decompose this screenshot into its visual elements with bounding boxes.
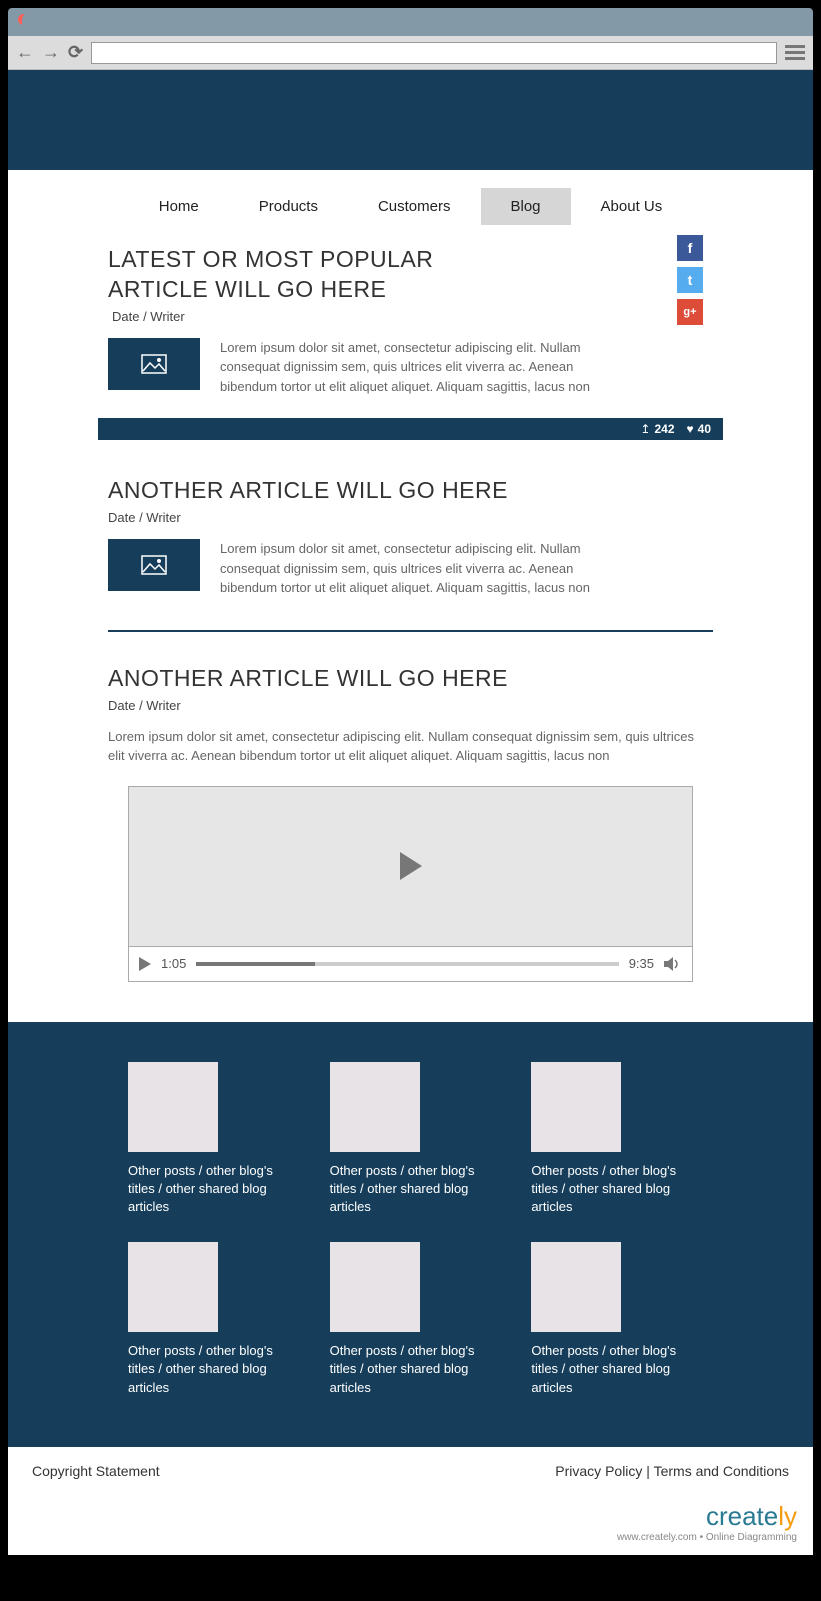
footer-sep: | [642,1463,653,1479]
article1-title: LATEST OR MOST POPULAR ARTICLE WILL GO H… [108,245,468,305]
heart-icon: ♥ [687,422,694,436]
related-posts-grid: Other posts / other blog's titles / othe… [8,1022,813,1447]
brand-bar: creately www.creately.com • Online Diagr… [8,1495,813,1555]
browser-tab-bar [8,8,813,36]
back-icon[interactable]: ← [16,42,34,63]
video-time-current: 1:05 [161,956,186,971]
creately-logo[interactable]: creately [24,1501,797,1532]
nav-customers[interactable]: Customers [348,188,481,225]
copyright-text: Copyright Statement [32,1463,160,1479]
nav-home[interactable]: Home [129,188,229,225]
grid-item[interactable]: Other posts / other blog's titles / othe… [531,1062,693,1217]
play-icon [400,852,422,880]
grid-thumbnail [128,1242,218,1332]
nav-blog[interactable]: Blog [481,188,571,225]
video-player: 1:05 9:35 [128,786,693,982]
browser-toolbar: ← → ⟳ [8,36,813,70]
article3-meta: Date / Writer [108,698,713,713]
video-controls: 1:05 9:35 [129,947,692,981]
upload-icon: ↥ [640,422,650,436]
article2-meta: Date / Writer [108,510,713,525]
article2-thumbnail[interactable] [108,539,200,591]
grid-caption: Other posts / other blog's titles / othe… [128,1162,290,1217]
article2-excerpt: Lorem ipsum dolor sit amet, consectetur … [220,539,600,598]
googleplus-icon[interactable]: g+ [677,299,703,325]
grid-caption: Other posts / other blog's titles / othe… [531,1162,693,1217]
grid-caption: Other posts / other blog's titles / othe… [330,1342,492,1397]
grid-thumbnail [531,1062,621,1152]
article2-title: ANOTHER ARTICLE WILL GO HERE [108,476,713,506]
grid-item[interactable]: Other posts / other blog's titles / othe… [128,1242,290,1397]
volume-icon[interactable] [664,957,682,971]
terms-link[interactable]: Terms and Conditions [654,1463,789,1479]
video-time-total: 9:35 [629,956,654,971]
grid-item[interactable]: Other posts / other blog's titles / othe… [128,1062,290,1217]
privacy-link[interactable]: Privacy Policy [555,1463,642,1479]
hero-banner [8,70,813,170]
grid-caption: Other posts / other blog's titles / othe… [330,1162,492,1217]
grid-caption: Other posts / other blog's titles / othe… [531,1342,693,1397]
video-screen[interactable] [129,787,692,947]
video-progress[interactable] [196,962,618,966]
nav-products[interactable]: Products [229,188,348,225]
facebook-icon[interactable]: f [677,235,703,261]
article1-meta: Date / Writer [108,309,713,324]
grid-caption: Other posts / other blog's titles / othe… [128,1342,290,1397]
grid-item[interactable]: Other posts / other blog's titles / othe… [330,1062,492,1217]
grid-thumbnail [330,1062,420,1152]
forward-icon[interactable]: → [42,42,60,63]
like-count: 40 [698,422,711,436]
image-icon [141,354,167,374]
article1-excerpt: Lorem ipsum dolor sit amet, consectetur … [220,338,600,397]
article3-excerpt: Lorem ipsum dolor sit amet, consectetur … [108,727,713,766]
footer-bar: Copyright Statement Privacy Policy | Ter… [8,1447,813,1495]
browser-tab[interactable] [22,12,92,36]
brand-tagline: www.creately.com • Online Diagramming [24,1532,797,1543]
hamburger-icon[interactable] [785,45,805,60]
article-stats: ↥ 242 ♥ 40 [98,418,723,440]
divider [108,630,713,632]
twitter-icon[interactable]: t [677,267,703,293]
article3-title: ANOTHER ARTICLE WILL GO HERE [108,664,713,694]
grid-thumbnail [128,1062,218,1152]
url-input[interactable] [91,42,777,64]
image-icon [141,555,167,575]
nav-about[interactable]: About Us [571,188,693,225]
upload-count: 242 [654,422,674,436]
social-share: f t g+ [677,235,703,325]
grid-item[interactable]: Other posts / other blog's titles / othe… [531,1242,693,1397]
grid-thumbnail [531,1242,621,1332]
play-button-icon[interactable] [139,957,151,971]
article1-thumbnail[interactable] [108,338,200,390]
grid-thumbnail [330,1242,420,1332]
reload-icon[interactable]: ⟳ [68,42,83,63]
grid-item[interactable]: Other posts / other blog's titles / othe… [330,1242,492,1397]
main-nav: Home Products Customers Blog About Us [8,170,813,235]
